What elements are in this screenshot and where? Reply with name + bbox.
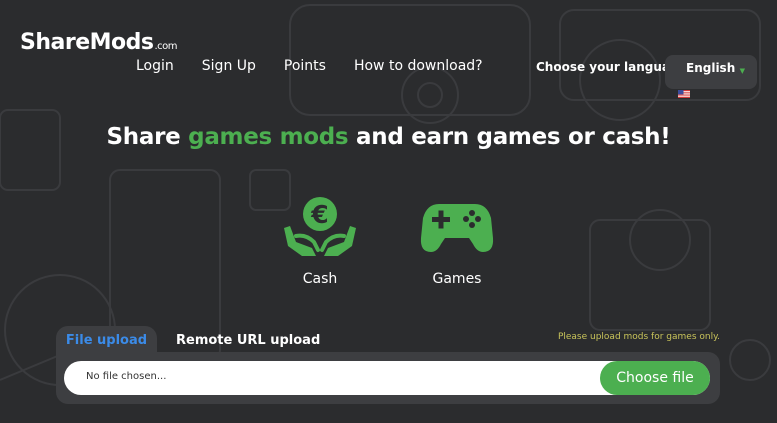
main-nav: Login Sign Up Points How to download? <box>136 58 511 74</box>
headline-highlight: games mods <box>188 124 349 150</box>
file-input-field[interactable]: No file chosen... Choose file <box>64 361 710 395</box>
upload-section: File upload Remote URL upload Please upl… <box>56 324 720 404</box>
gamepad-icon <box>420 204 494 252</box>
logo-name: ShareMods <box>20 30 154 55</box>
sharemods-logo[interactable]: ShareMods.com <box>20 30 178 55</box>
choose-file-button[interactable]: Choose file <box>600 361 710 395</box>
hero-headline: Share games mods and earn games or cash! <box>0 124 777 150</box>
file-status-text: No file chosen... <box>86 371 167 382</box>
logo-domain: .com <box>154 41 178 52</box>
nav-login-link[interactable]: Login <box>136 58 174 74</box>
nav-how-to-download-link[interactable]: How to download? <box>354 58 483 74</box>
cash-label: Cash <box>302 271 338 287</box>
upload-panel: No file chosen... Choose file <box>56 352 720 404</box>
cash-option[interactable]: € Cash <box>270 194 370 287</box>
upload-notice: Please upload mods for games only. <box>557 332 720 342</box>
games-option[interactable]: Games <box>407 194 507 287</box>
nav-signup-link[interactable]: Sign Up <box>202 58 256 74</box>
games-label: Games <box>432 271 482 287</box>
svg-text:€: € <box>310 200 328 229</box>
language-selected-value: English <box>686 61 736 75</box>
chevron-down-icon: ▼ <box>739 67 745 75</box>
euro-hands-icon: € <box>284 197 356 256</box>
headline-text-start: Share <box>106 124 189 150</box>
headline-text-end: and earn games or cash! <box>348 124 671 150</box>
nav-points-link[interactable]: Points <box>284 58 326 74</box>
language-select[interactable]: English ▼ <box>665 55 757 89</box>
us-flag-icon <box>678 90 690 98</box>
